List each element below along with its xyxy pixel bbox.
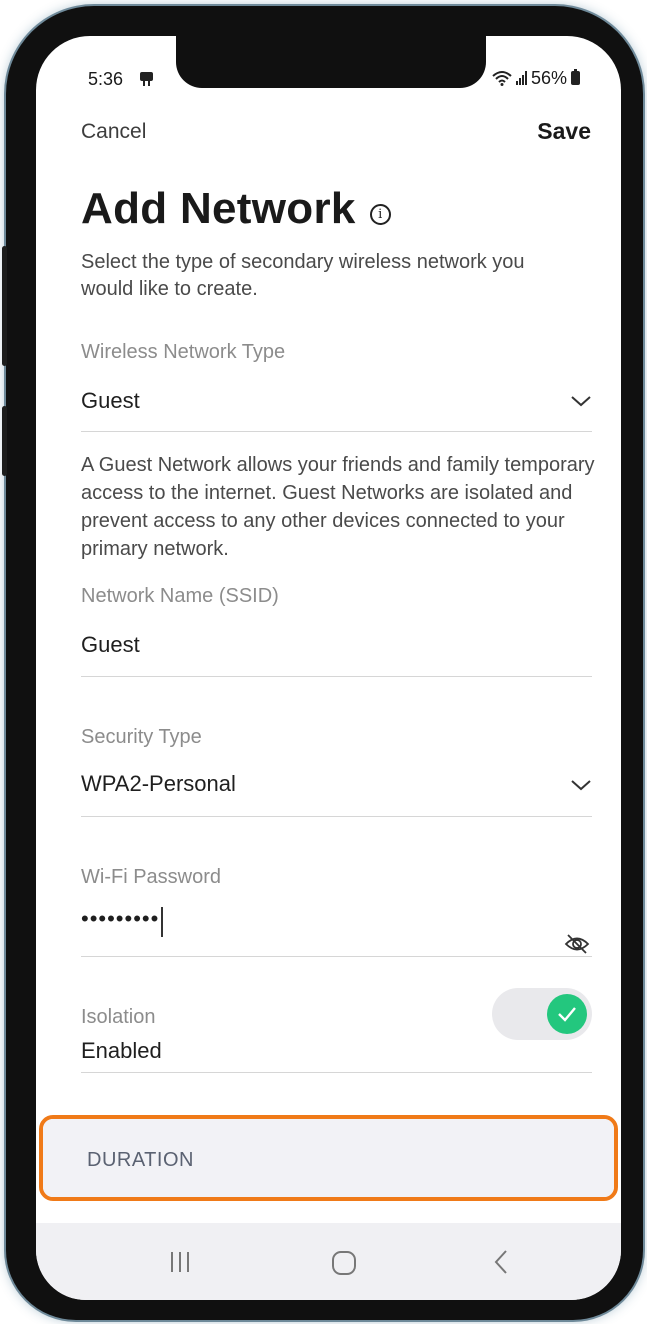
recent-apps-button[interactable] (136, 1223, 226, 1300)
toggle-knob (547, 994, 587, 1034)
text-cursor (161, 906, 164, 937)
duration-section[interactable]: DURATION (43, 1119, 614, 1197)
chevron-down-icon (571, 780, 591, 791)
isolation-label: Isolation (81, 1006, 156, 1028)
eye-slash-icon[interactable] (564, 933, 590, 955)
status-time: 5:36 (88, 69, 124, 89)
chevron-down-icon (571, 396, 591, 407)
wifi-icon (492, 71, 512, 86)
security-type-select[interactable]: Security Type WPA2-Personal (81, 726, 592, 817)
screen: 5:36 56% Cancel Save Add Network i Selec… (36, 36, 621, 1300)
page-title: Add Network (81, 184, 356, 233)
header-bar: Cancel Save (36, 116, 621, 156)
wifi-password-field[interactable]: Wi-Fi Password ••••••••• (81, 866, 592, 957)
ssid-input: Guest (81, 632, 140, 657)
security-type-label: Security Type (81, 726, 202, 748)
volume-button (2, 246, 7, 366)
back-icon (494, 1250, 507, 1274)
cancel-button[interactable]: Cancel (81, 120, 146, 144)
home-button[interactable] (298, 1223, 388, 1300)
duration-section-highlight: DURATION (39, 1115, 618, 1201)
network-type-select[interactable]: Wireless Network Type Guest (81, 341, 592, 432)
info-icon[interactable]: i (369, 204, 391, 225)
battery-percent: 56% (531, 67, 568, 88)
save-button[interactable]: Save (537, 118, 591, 145)
checkmark-icon (558, 1007, 576, 1022)
sim-card-icon (140, 72, 153, 86)
page-description: Select the type of secondary wireless ne… (81, 251, 525, 300)
isolation-status: Enabled (81, 1038, 162, 1063)
navigation-bar (36, 1223, 621, 1300)
network-type-value: Guest (81, 388, 140, 413)
status-bar: 5:36 56% (36, 36, 621, 96)
network-type-label: Wireless Network Type (81, 341, 286, 363)
battery-icon (571, 69, 581, 85)
ssid-label: Network Name (SSID) (81, 585, 279, 607)
password-dots: ••••••••• (81, 906, 160, 931)
isolation-toggle[interactable] (492, 988, 592, 1040)
ssid-field[interactable]: Network Name (SSID) Guest (81, 585, 592, 677)
home-icon (332, 1251, 356, 1275)
wifi-password-label: Wi-Fi Password (81, 866, 222, 888)
wifi-password-input: ••••••••• (81, 906, 164, 937)
guest-network-description: A Guest Network allows your friends and … (81, 454, 595, 560)
phone-frame: 5:36 56% Cancel Save Add Network i Selec… (2, 6, 643, 1320)
recent-apps-icon (171, 1252, 189, 1272)
isolation-row: Isolation Enabled (81, 988, 592, 1073)
duration-label: DURATION (87, 1149, 194, 1171)
security-type-value: WPA2-Personal (81, 771, 236, 796)
signal-bars-icon (516, 71, 527, 85)
power-button (2, 406, 7, 476)
back-button[interactable] (456, 1223, 546, 1300)
status-icons: 56% (492, 67, 581, 89)
title-row: Add Network i (81, 184, 391, 234)
